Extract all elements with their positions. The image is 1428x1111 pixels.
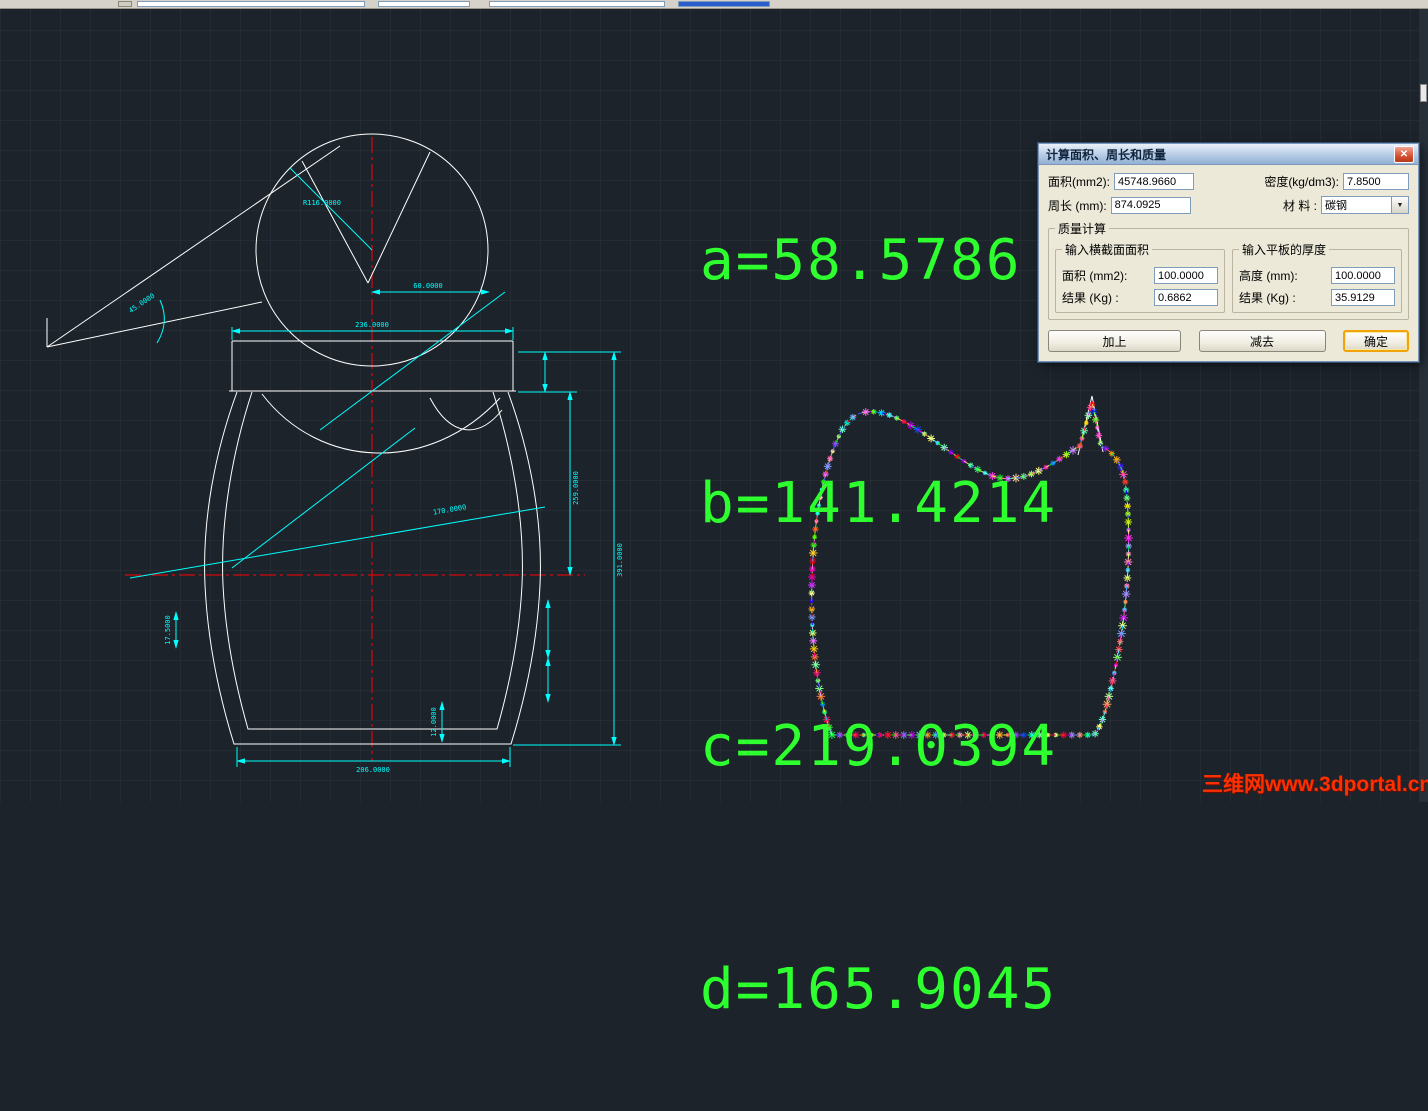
perimeter-input[interactable]	[1111, 197, 1191, 214]
spout-lines	[47, 146, 340, 347]
subtract-button[interactable]: 减去	[1199, 330, 1326, 352]
annotation-d: d=165.9045	[700, 949, 1057, 1030]
result-annotations: a=58.5786 b=141.4214 c=219.0394 d=165.90…	[700, 58, 1057, 1111]
toolbar-field-2[interactable]	[378, 1, 470, 7]
dim-text: 259.0000	[572, 471, 580, 505]
shoulder-curve	[262, 394, 500, 453]
dim-text: 12.0000	[430, 707, 438, 737]
area-label: 面积(mm2):	[1048, 173, 1110, 190]
dim-text: 170.0000	[432, 503, 467, 516]
mass-group-title: 质量计算	[1055, 220, 1109, 237]
perimeter-label: 周长 (mm):	[1048, 197, 1107, 214]
material-select[interactable]: 碳钢 ▼	[1321, 196, 1409, 214]
plate-height-label: 高度 (mm):	[1239, 267, 1298, 284]
dim-text: 45.0000	[127, 292, 156, 315]
cross-section-area-label: 面积 (mm2):	[1062, 267, 1127, 284]
close-button[interactable]: ✕	[1394, 146, 1414, 163]
toolbar-field-4[interactable]	[678, 1, 770, 7]
cross-section-result-label: 结果 (Kg) :	[1062, 289, 1119, 306]
cross-section-result-input[interactable]	[1154, 289, 1218, 306]
dim-text: 17.5000	[164, 615, 172, 645]
dimension-text-layer: 236.0000 60.0000 45.0000 391.0000 259.00…	[127, 199, 624, 774]
scrollbar-thumb[interactable]	[1420, 84, 1427, 102]
dialog-title: 计算面积、周长和质量	[1046, 146, 1394, 163]
plate-result-input[interactable]	[1331, 289, 1395, 306]
close-icon: ✕	[1400, 149, 1408, 160]
annotation-b: b=141.4214	[700, 463, 1057, 544]
plate-thickness-group: 输入平板的厚度 高度 (mm): 结果 (Kg) :	[1232, 241, 1402, 313]
site-watermark: 三维网www.3dportal.cn	[1202, 768, 1428, 798]
mass-calculation-group: 质量计算 输入横截面面积 面积 (mm2): 结果 (Kg) : 输入平板的厚度	[1048, 220, 1409, 320]
density-input[interactable]	[1343, 173, 1409, 190]
toolbar-button[interactable]	[118, 1, 132, 7]
shoulder-arc	[430, 398, 502, 430]
dim-text: 236.0000	[355, 321, 389, 329]
dropdown-arrow-icon[interactable]: ▼	[1391, 197, 1408, 213]
plate-height-input[interactable]	[1331, 267, 1395, 284]
plate-thickness-title: 输入平板的厚度	[1239, 241, 1329, 258]
cross-section-title: 输入横截面面积	[1062, 241, 1152, 258]
toolbar-field-1[interactable]	[137, 1, 365, 7]
cross-section-group: 输入横截面面积 面积 (mm2): 结果 (Kg) :	[1055, 241, 1225, 313]
dimension-layer	[130, 168, 621, 767]
ok-button[interactable]: 确定	[1343, 330, 1409, 352]
centerline-layer	[125, 137, 585, 762]
material-label: 材 料 :	[1283, 197, 1317, 214]
area-input[interactable]	[1114, 173, 1194, 190]
dim-text: 60.0000	[413, 282, 443, 290]
annotation-c: c=219.0394	[700, 706, 1057, 787]
dim-text: R116.0000	[303, 199, 341, 207]
plate-result-label: 结果 (Kg) :	[1239, 289, 1296, 306]
cross-section-area-input[interactable]	[1154, 267, 1218, 284]
dim-text: 391.0000	[616, 543, 624, 577]
annotation-a: a=58.5786	[700, 220, 1057, 301]
dialog-body: 面积(mm2): 密度(kg/dm3): 周长 (mm): 材 料 : 碳钢 ▼…	[1039, 165, 1418, 361]
toolbar-field-3[interactable]	[489, 1, 665, 7]
vertical-scrollbar[interactable]	[1419, 8, 1428, 802]
material-value: 碳钢	[1322, 197, 1391, 213]
wedge-lines	[302, 152, 430, 283]
add-button[interactable]: 加上	[1048, 330, 1181, 352]
dim-text: 206.0000	[356, 766, 390, 774]
area-perimeter-mass-dialog: 计算面积、周长和质量 ✕ 面积(mm2): 密度(kg/dm3): 周长 (mm…	[1038, 143, 1419, 362]
dialog-titlebar[interactable]: 计算面积、周长和质量 ✕	[1039, 144, 1418, 165]
toolbar-sliver	[0, 0, 1428, 9]
density-label: 密度(kg/dm3):	[1264, 173, 1339, 190]
